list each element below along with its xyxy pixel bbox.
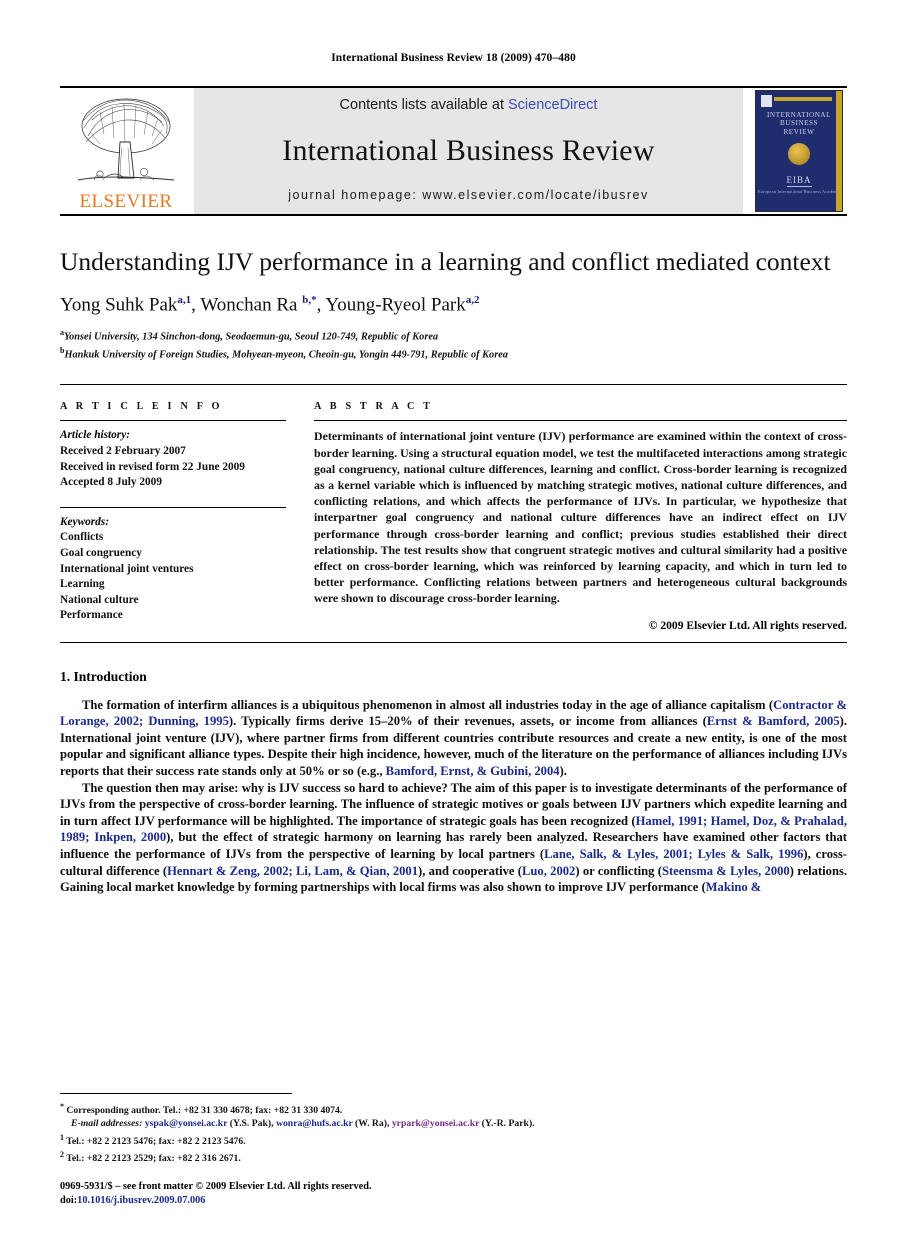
sciencedirect-link[interactable]: ScienceDirect [508, 97, 597, 113]
abstract-heading: A B S T R A C T [314, 401, 434, 413]
author-name: Yong Suhk Pak [60, 294, 178, 316]
author-sup: a,2 [465, 294, 480, 306]
citation-link[interactable]: Steensma & Lyles, 2000 [662, 864, 790, 878]
body-text: ) or conflicting ( [575, 863, 662, 878]
cover-gold-edge [836, 91, 842, 211]
keywords-rule [60, 506, 286, 508]
body-text: ). [559, 763, 567, 778]
footnote-text: Tel.: +82 2 2123 2529; fax: +82 2 316 26… [66, 1153, 241, 1165]
abstract-rule-top [314, 420, 847, 422]
journal-cover-thumbnail: INTERNATIONAL BUSINESS REVIEW EIBA Europ… [751, 88, 847, 214]
doi-link[interactable]: 10.1016/j.ibusrev.2009.07.006 [77, 1195, 205, 1206]
body-text: ). Typically firms derive 15–20% of thei… [228, 714, 707, 729]
abstract-column: A B S T R A C T Determinants of internat… [306, 401, 847, 632]
email-link[interactable]: wonra@hufs.ac.kr [276, 1118, 353, 1129]
abstract-bottom-rule [60, 641, 847, 643]
footnote-marker: 1 [60, 1132, 64, 1142]
history-item: Received 2 February 2007 [60, 444, 186, 457]
affiliation-item: aYonsei University, 134 Sinchon-dong, Se… [60, 326, 847, 344]
cover-society-subtitle: European International Business Academy [757, 189, 841, 195]
keyword-item: Conflicts [60, 531, 104, 544]
elsevier-tree-icon [77, 98, 175, 181]
citation-link[interactable]: Makino & [706, 880, 762, 894]
keyword-item: Performance [60, 609, 123, 622]
paper-page: International Business Review 18 (2009) … [0, 0, 907, 1238]
running-head: International Business Review 18 (2009) … [331, 52, 576, 64]
masthead-bottom-rule [60, 214, 847, 216]
affiliation-item: bHankuk University of Foreign Studies, M… [60, 344, 847, 362]
info-abstract-block: A R T I C L E I N F O Article history: R… [60, 384, 847, 632]
keyword-item: International joint ventures [60, 562, 194, 575]
doi-line: doi:10.1016/j.ibusrev.2009.07.006 [60, 1194, 847, 1208]
journal-homepage-link[interactable]: journal homepage: www.elsevier.com/locat… [288, 188, 648, 202]
contents-available-line: Contents lists available at ScienceDirec… [340, 97, 598, 113]
article-history-label: Article history: [60, 429, 130, 442]
introduction-section: 1. Introduction The formation of interfi… [60, 669, 847, 896]
elsevier-logo: ELSEVIER [60, 88, 192, 214]
article-info-column: A R T I C L E I N F O Article history: R… [60, 401, 306, 631]
section-heading-introduction: 1. Introduction [60, 668, 147, 684]
keyword-item: Learning [60, 578, 105, 591]
keywords-label: Keywords: [60, 515, 109, 528]
journal-title: International Business Review [282, 133, 655, 167]
elsevier-wordmark: ELSEVIER [79, 191, 173, 212]
keyword-item: Goal congruency [60, 546, 142, 559]
cover-seal-icon [788, 143, 810, 166]
footnote-corresponding: * Corresponding author. Tel.: +82 31 330… [60, 1100, 847, 1118]
email-label: E-mail addresses: [71, 1118, 143, 1130]
email-owner: (Y.S. Pak) [229, 1118, 272, 1130]
affiliation-list: aYonsei University, 134 Sinchon-dong, Se… [60, 326, 847, 362]
footnote-asterisk-marker: * [60, 1101, 64, 1111]
footnote-2: 2 Tel.: +82 2 2123 2529; fax: +82 2 316 … [60, 1148, 847, 1166]
citation-link[interactable]: Hennart & Zeng, 2002; Li, Lam, & Qian, 2… [167, 864, 418, 878]
history-item: Received in revised form 22 June 2009 [60, 460, 245, 473]
footnote-rule [60, 1092, 292, 1094]
abstract-copyright: © 2009 Elsevier Ltd. All rights reserved… [648, 618, 847, 632]
email-link[interactable]: yrpark@yonsei.ac.kr [392, 1118, 479, 1129]
article-info-heading: A R T I C L E I N F O [60, 401, 223, 413]
doi-prefix: doi: [60, 1195, 78, 1206]
citation-link[interactable]: Luo, 2002 [522, 864, 575, 878]
footnotes-block: * Corresponding author. Tel.: +82 31 330… [60, 1092, 847, 1208]
cover-elsevier-mark-icon [761, 95, 772, 107]
footnote-marker: 2 [60, 1150, 64, 1160]
footnote-text: Tel.: +82 2 2123 5476; fax: +82 2 2123 5… [66, 1135, 246, 1147]
footnote-1: 1 Tel.: +82 2 2123 5476; fax: +82 2 2123… [60, 1131, 847, 1149]
keyword-item: National culture [60, 593, 139, 606]
author-sup: a,1 [177, 294, 192, 306]
citation-link[interactable]: Bamford, Ernst, & Gubini, 2004 [386, 764, 560, 778]
cover-society-logo: EIBA [786, 175, 812, 188]
author-list: Yong Suhk Paka,1, Wonchan Ra b,*, Young-… [60, 294, 480, 316]
email-link[interactable]: yspak@yonsei.ac.kr [145, 1118, 228, 1129]
abstract-text: Determinants of international joint vent… [314, 429, 847, 606]
email-owner: (Y.-R. Park) [481, 1118, 533, 1130]
affiliation-text: Yonsei University, 134 Sinchon-dong, Seo… [64, 331, 439, 343]
history-item: Accepted 8 July 2009 [60, 476, 162, 489]
author-name: Wonchan Ra [200, 294, 298, 316]
cover-gold-bar [774, 97, 832, 101]
author-name: Young-Ryeol Park [325, 294, 466, 316]
masthead-center: Contents lists available at ScienceDirec… [194, 88, 743, 214]
journal-masthead: ELSEVIER Contents lists available at Sci… [60, 86, 847, 214]
body-text: The formation of interfirm alliances is … [82, 697, 774, 712]
contents-prefix: Contents lists available at [339, 97, 508, 113]
intro-paragraph-2: The question then may arise: why is IJV … [60, 780, 847, 896]
keywords-block: Keywords: Conflicts Goal congruency Inte… [60, 506, 286, 624]
imprint-block: 0969-5931/$ – see front matter © 2009 El… [60, 1180, 847, 1208]
info-rule-top [60, 420, 286, 422]
author-sup: b,* [302, 294, 317, 306]
issn-line: 0969-5931/$ – see front matter © 2009 El… [60, 1181, 372, 1192]
cover-title: INTERNATIONAL BUSINESS REVIEW [767, 111, 831, 136]
affiliation-text: Hankuk University of Foreign Studies, Mo… [64, 349, 508, 361]
page-title: Understanding IJV performance in a learn… [60, 247, 831, 276]
corresponding-author-text: Corresponding author. Tel.: +82 31 330 4… [66, 1104, 343, 1116]
intro-paragraph-1: The formation of interfirm alliances is … [60, 697, 847, 780]
citation-link[interactable]: Lane, Salk, & Lyles, 2001; Lyles & Salk,… [544, 847, 803, 861]
citation-link[interactable]: Ernst & Bamford, 2005 [707, 714, 840, 728]
footnote-emails: E-mail addresses: yspak@yonsei.ac.kr (Y.… [71, 1118, 535, 1130]
body-text: ), and cooperative ( [418, 863, 522, 878]
email-owner: (W. Ra) [355, 1118, 387, 1130]
